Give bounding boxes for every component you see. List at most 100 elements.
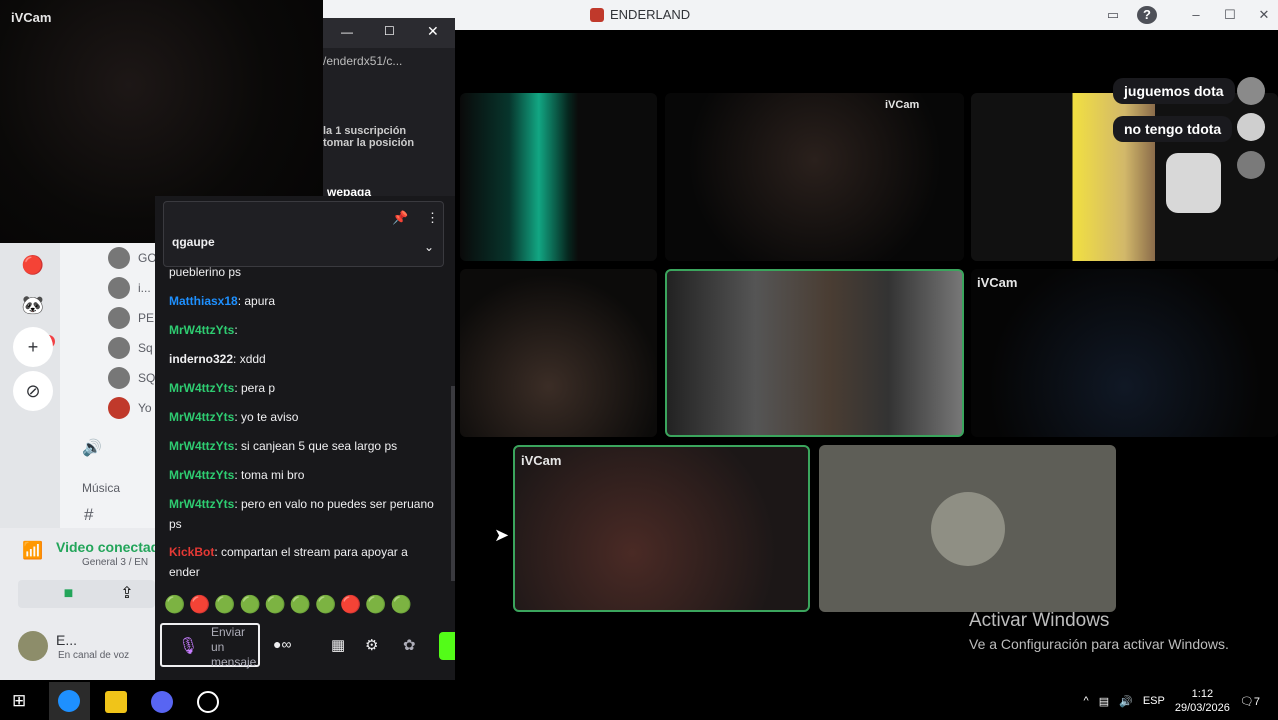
popup-text: tomar la posición (323, 137, 415, 149)
start-icon[interactable]: ⊞ (12, 691, 34, 713)
maximize-button[interactable]: ☐ (1220, 6, 1240, 24)
member-item[interactable]: SQ (108, 366, 155, 390)
screen-share-button[interactable]: ⇪ (99, 580, 155, 608)
chat-text: : pera p (234, 381, 276, 395)
popup-text: la 1 suscripción (323, 125, 407, 137)
popup-title-bar: — ☐ ✕ (323, 18, 455, 48)
chat-message: MrW4ttzYts: (169, 320, 437, 340)
chat-username[interactable]: Matthiasx18 (169, 294, 238, 308)
store-icon[interactable]: ▦ (331, 636, 345, 654)
chat-bubble: juguemos dota (1113, 78, 1235, 104)
close-button[interactable]: ✕ (1254, 6, 1274, 24)
discord-icon[interactable] (151, 691, 173, 713)
explore-icon[interactable]: ⊘ (13, 371, 53, 411)
chat-username[interactable]: KickBot (169, 545, 214, 559)
add-server-icon[interactable]: + (13, 327, 53, 367)
send-button[interactable] (439, 632, 455, 660)
chat-message: MrW4ttzYts: pero en valo no puedes ser p… (169, 494, 437, 534)
chat-message: inderno322: xddd (169, 349, 437, 369)
chat-message: MrW4ttzYts: yo te aviso (169, 407, 437, 427)
chat-bubble: no tengo tdota (1113, 116, 1233, 142)
taskbar: ⊞ ^ ▤ 🔊 ESP 1:12 29/03/2026 🗨7 (0, 682, 1278, 720)
avatar-tile[interactable] (819, 445, 1116, 612)
category-music[interactable]: Música (82, 481, 120, 495)
user-name: E... (56, 632, 78, 648)
obs-icon[interactable] (197, 691, 219, 713)
chat-message: pueblerino ps (169, 262, 437, 282)
window-title: ENDERLAND (590, 7, 690, 22)
network-icon[interactable]: ▤ (1099, 695, 1109, 708)
signal-icon: 📶 (22, 541, 44, 560)
tile-label: iVCam (977, 275, 1018, 290)
gift-icon[interactable]: ✿ (403, 636, 416, 654)
pin-icon[interactable]: 📌 (392, 210, 408, 226)
speaker-icon[interactable]: 🔊 (82, 438, 102, 458)
server-icon[interactable]: 🐼 (13, 285, 53, 325)
chat-username[interactable]: MrW4ttzYts (169, 410, 234, 424)
avatar (108, 337, 130, 359)
member-item[interactable]: i... (108, 276, 151, 300)
gear-icon[interactable]: ⚙ (365, 636, 378, 654)
avatar[interactable] (18, 631, 48, 661)
avatar (1237, 77, 1265, 105)
mic-icon[interactable]: 🎙 (178, 636, 198, 656)
member-item[interactable]: GO (108, 246, 157, 270)
tile-label: iVCam (885, 99, 920, 111)
app-icon (590, 7, 604, 22)
edge-icon (58, 690, 80, 712)
user-status: En canal de voz (58, 650, 130, 661)
chat-username[interactable]: MrW4ttzYts (169, 439, 234, 453)
minimize-button[interactable]: — (341, 25, 353, 39)
volume-icon[interactable]: 🔊 (1119, 695, 1133, 708)
chat-text: : toma mi bro (234, 468, 305, 482)
avatar (108, 367, 130, 389)
video-tile[interactable]: iVCam (665, 93, 964, 261)
pinned-text: qgaupe (172, 235, 215, 249)
pinned-message[interactable]: qgaupe 📌 ⋮ ⌄ (163, 201, 444, 267)
chat-username[interactable]: MrW4ttzYts (169, 497, 234, 511)
tile-label: iVCam (521, 453, 562, 468)
notification-icon[interactable]: 🗨7 (1240, 695, 1260, 708)
cursor-icon: ➤ (494, 525, 510, 545)
avatar (108, 397, 130, 419)
chat-text: : yo te aviso (234, 410, 299, 424)
member-item[interactable]: Yo (108, 396, 152, 420)
chat-message: MrW4ttzYts: si canjean 5 que sea largo p… (169, 436, 437, 456)
avatar (1237, 113, 1265, 141)
help-icon[interactable]: ? (1137, 6, 1157, 24)
video-tile[interactable] (460, 269, 657, 437)
points-icon[interactable]: ●∞ (273, 636, 291, 652)
close-button[interactable]: ✕ (427, 23, 439, 40)
chat-username[interactable]: inderno322 (169, 352, 233, 366)
avatar (1166, 153, 1221, 213)
video-tile-active[interactable]: iVCam (513, 445, 810, 612)
chat-username[interactable]: MrW4ttzYts (169, 381, 234, 395)
video-tile[interactable] (460, 93, 657, 261)
folder-icon[interactable] (105, 691, 127, 713)
address-bar[interactable]: /enderdx51/c... (323, 54, 402, 68)
clock[interactable]: 1:12 29/03/2026 (1175, 687, 1230, 715)
activate-windows-watermark: Activar Windows Ve a Configuración para … (969, 610, 1229, 652)
chevron-down-icon[interactable]: ⌄ (424, 240, 434, 254)
server-icon[interactable]: 🔴 (13, 245, 53, 285)
taskbar-item-active[interactable] (49, 682, 90, 720)
video-tile[interactable]: iVCam (971, 269, 1278, 437)
chat-username[interactable]: MrW4ttzYts (169, 468, 234, 482)
minimize-button[interactable]: – (1186, 6, 1206, 24)
emote-bar[interactable]: 🟢🔴🟢🟢🟢🟢🟢🔴🟢🟢 (164, 595, 416, 615)
chat-message: Matthiasx18: apura (169, 291, 437, 311)
chevron-up-icon[interactable]: ^ (1084, 695, 1089, 707)
maximize-button[interactable]: ☐ (384, 24, 395, 38)
chat-username[interactable]: MrW4ttzYts (169, 323, 234, 337)
video-tile-active[interactable] (665, 269, 964, 437)
member-item[interactable]: PE (108, 306, 154, 330)
avatar (1237, 151, 1265, 179)
voice-channel[interactable]: General 3 / EN (82, 557, 148, 568)
scrollbar[interactable] (451, 386, 455, 581)
avatar (108, 277, 130, 299)
language-indicator[interactable]: ESP (1143, 695, 1165, 707)
more-icon[interactable]: ⋮ (426, 210, 439, 226)
inbox-icon[interactable]: ▭ (1103, 6, 1123, 24)
message-input[interactable]: 🎙 Enviar un mensaje (160, 623, 260, 669)
member-item[interactable]: Sq (108, 336, 153, 360)
